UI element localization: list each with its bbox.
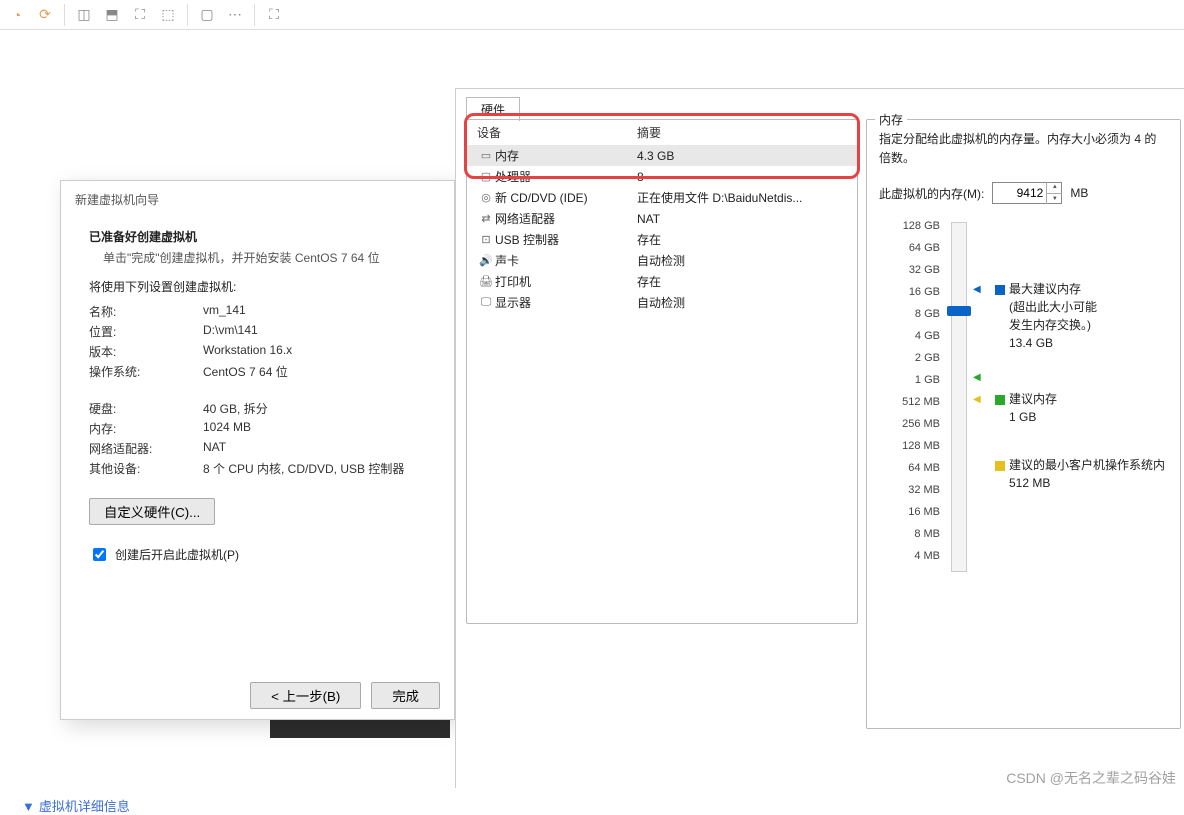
legend-max-swatch bbox=[995, 285, 1005, 295]
console-icon[interactable]: ▢ bbox=[194, 3, 220, 27]
tick-label: 64 GB bbox=[880, 242, 940, 254]
tick-label: 8 GB bbox=[880, 308, 940, 320]
tick-label: 256 MB bbox=[880, 418, 940, 430]
memory-settings-frame: 内存 指定分配给此虚拟机的内存量。内存大小必须为 4 的倍数。 此虚拟机的内存(… bbox=[866, 119, 1181, 729]
memory-slider-track[interactable] bbox=[951, 222, 967, 572]
separator bbox=[64, 4, 65, 26]
vm-details-link[interactable]: ▼虚拟机详细信息 bbox=[22, 796, 130, 815]
chevron-down-icon: ▼ bbox=[22, 799, 35, 814]
marker-rec-icon: ◀ bbox=[973, 372, 981, 383]
toolbar: ◔ ⟳ ◫ ⬒ ⛶ ⬚ ▢ ⋯ ⛶ bbox=[0, 0, 1184, 30]
settings-label: 将使用下列设置创建虚拟机: bbox=[89, 278, 426, 295]
table-row: 操作系统:CentOS 7 64 位 bbox=[89, 363, 426, 380]
fullscreen-icon[interactable]: ⛶ bbox=[261, 3, 287, 27]
device-row-usb[interactable]: ⊡USB 控制器存在 bbox=[467, 229, 857, 250]
legend-min: 建议的最小客户机操作系统内 512 MB bbox=[995, 456, 1165, 492]
tick-label: 1 GB bbox=[880, 374, 940, 386]
device-row-printer[interactable]: 🖨打印机存在 bbox=[467, 271, 857, 292]
table-row: 网络适配器:NAT bbox=[89, 440, 426, 457]
table-row: 名称:vm_141 bbox=[89, 303, 426, 320]
device-row-display[interactable]: 🖵显示器自动检测 bbox=[467, 292, 857, 313]
new-vm-wizard-dialog: 新建虚拟机向导 已准备好创建虚拟机 单击"完成"创建虚拟机，并开始安装 Cent… bbox=[60, 180, 455, 720]
separator bbox=[187, 4, 188, 26]
device-row-memory[interactable]: ▭内存4.3 GB bbox=[467, 145, 857, 166]
watermark: CSDN @无名之辈之码谷娃 bbox=[1006, 768, 1176, 788]
tick-label: 16 MB bbox=[880, 506, 940, 518]
marker-min-icon: ◀ bbox=[973, 394, 981, 405]
ready-subtitle: 单击"完成"创建虚拟机，并开始安装 CentOS 7 64 位 bbox=[89, 249, 426, 266]
tick-label: 8 MB bbox=[880, 528, 940, 540]
device-row-processor[interactable]: ▢处理器8 bbox=[467, 166, 857, 187]
tick-label: 2 GB bbox=[880, 352, 940, 364]
device-row-cddvd[interactable]: ◎新 CD/DVD (IDE)正在使用文件 D:\BaiduNetdis... bbox=[467, 187, 857, 208]
memory-slider-thumb[interactable] bbox=[947, 306, 971, 316]
main-area: 新建虚拟机向导 已准备好创建虚拟机 单击"完成"创建虚拟机，并开始安装 Cent… bbox=[0, 30, 1184, 794]
separator bbox=[254, 4, 255, 26]
legend-max: 最大建议内存 (超出此大小可能 发生内存交换。) 13.4 GB bbox=[995, 280, 1097, 352]
memory-title: 内存 bbox=[875, 111, 907, 128]
memory-slider-area: 128 GB 64 GB 32 GB 16 GB 8 GB 4 GB 2 GB … bbox=[879, 222, 1168, 582]
layout-stack-icon[interactable]: ⬒ bbox=[99, 3, 125, 27]
usb-icon: ⊡ bbox=[477, 233, 495, 246]
layout-split-icon[interactable]: ◫ bbox=[71, 3, 97, 27]
cpu-icon: ▢ bbox=[477, 170, 495, 183]
customize-hardware-button[interactable]: 自定义硬件(C)... bbox=[89, 498, 215, 525]
finish-button[interactable]: 完成 bbox=[371, 682, 440, 709]
memory-size-input-wrap: ▲▼ bbox=[992, 182, 1062, 204]
tab-hardware[interactable]: 硬件 bbox=[466, 97, 520, 121]
hardware-dialog: 硬件 设备 摘要 ▭内存4.3 GB ▢处理器8 ◎新 CD/DVD (IDE)… bbox=[455, 88, 1184, 788]
marker-max-icon: ◀ bbox=[973, 284, 981, 295]
device-list-header: 设备 摘要 bbox=[467, 120, 857, 145]
tick-label: 32 GB bbox=[880, 264, 940, 276]
tick-label: 16 GB bbox=[880, 286, 940, 298]
memory-unit: MB bbox=[1070, 186, 1088, 200]
disk-icon[interactable]: ◔ bbox=[4, 3, 30, 27]
tick-label: 512 MB bbox=[880, 396, 940, 408]
device-row-sound[interactable]: 🔊声卡自动检测 bbox=[467, 250, 857, 271]
select-icon[interactable]: ⬚ bbox=[155, 3, 181, 27]
disc-icon: ◎ bbox=[477, 191, 495, 204]
fit-icon[interactable]: ⛶ bbox=[127, 3, 153, 27]
memory-description: 指定分配给此虚拟机的内存量。内存大小必须为 4 的倍数。 bbox=[879, 130, 1168, 168]
settings-group-1: 名称:vm_141 位置:D:\vm\141 版本:Workstation 16… bbox=[89, 303, 426, 380]
memory-icon: ▭ bbox=[477, 149, 495, 162]
tick-label: 64 MB bbox=[880, 462, 940, 474]
ready-title: 已准备好创建虚拟机 bbox=[89, 228, 426, 245]
legend-rec: 建议内存 1 GB bbox=[995, 390, 1057, 426]
tick-label: 4 MB bbox=[880, 550, 940, 562]
wizard-title: 新建虚拟机向导 bbox=[61, 181, 454, 218]
printer-icon: 🖨 bbox=[477, 275, 495, 288]
settings-group-2: 硬盘:40 GB, 拆分 内存:1024 MB 网络适配器:NAT 其他设备:8… bbox=[89, 400, 426, 477]
tick-label: 128 MB bbox=[880, 440, 940, 452]
network-icon: ⇄ bbox=[477, 212, 495, 225]
table-row: 版本:Workstation 16.x bbox=[89, 343, 426, 360]
table-row: 内存:1024 MB bbox=[89, 420, 426, 437]
device-row-network[interactable]: ⇄网络适配器NAT bbox=[467, 208, 857, 229]
clock-icon[interactable]: ⟳ bbox=[32, 3, 58, 27]
back-button[interactable]: < 上一步(B) bbox=[250, 682, 361, 709]
power-on-label: 创建后开启此虚拟机(P) bbox=[115, 546, 239, 563]
display-icon: 🖵 bbox=[477, 296, 495, 309]
tick-label: 32 MB bbox=[880, 484, 940, 496]
sound-icon: 🔊 bbox=[477, 254, 495, 267]
spinner[interactable]: ▲▼ bbox=[1046, 182, 1062, 204]
more-icon[interactable]: ⋯ bbox=[222, 3, 248, 27]
table-row: 硬盘:40 GB, 拆分 bbox=[89, 400, 426, 417]
tick-label: 4 GB bbox=[880, 330, 940, 342]
table-row: 其他设备:8 个 CPU 内核, CD/DVD, USB 控制器 bbox=[89, 460, 426, 477]
legend-rec-swatch bbox=[995, 395, 1005, 405]
tick-label: 128 GB bbox=[880, 220, 940, 232]
memory-size-label: 此虚拟机的内存(M): bbox=[879, 185, 984, 202]
device-list-frame: 设备 摘要 ▭内存4.3 GB ▢处理器8 ◎新 CD/DVD (IDE)正在使… bbox=[466, 119, 858, 624]
legend-min-swatch bbox=[995, 461, 1005, 471]
table-row: 位置:D:\vm\141 bbox=[89, 323, 426, 340]
power-on-checkbox[interactable] bbox=[93, 548, 106, 561]
